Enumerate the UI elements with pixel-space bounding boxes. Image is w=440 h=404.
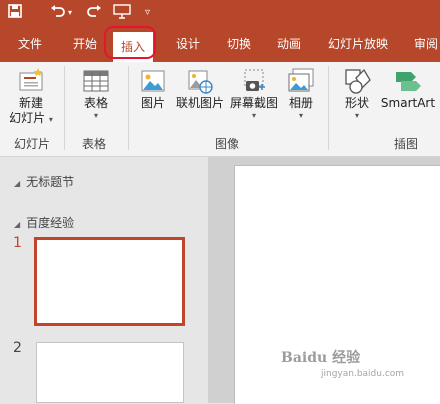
new-slide-label-1: 新建 bbox=[18, 96, 43, 110]
chevron-down-icon: ▾ bbox=[298, 111, 303, 120]
table-button[interactable]: 表格 ▾ bbox=[74, 66, 118, 121]
slide-thumbnail-2[interactable] bbox=[36, 342, 184, 403]
save-icon[interactable] bbox=[8, 3, 22, 23]
undo-icon[interactable] bbox=[50, 3, 66, 23]
shapes-button[interactable]: 形状 ▾ bbox=[338, 66, 376, 121]
smartart-icon bbox=[396, 72, 421, 91]
tab-animations[interactable]: 动画 bbox=[277, 35, 301, 53]
new-slide-label-2: 幻灯片 ▾ bbox=[9, 111, 53, 125]
group-label-slides: 幻灯片 bbox=[14, 137, 51, 151]
tab-review[interactable]: 审阅 bbox=[414, 35, 438, 53]
watermark-text: Baidu 经验 bbox=[281, 350, 361, 366]
table-label: 表格 bbox=[83, 96, 108, 110]
picture-button[interactable]: 图片 bbox=[136, 66, 170, 111]
present-from-start-icon[interactable] bbox=[113, 3, 131, 23]
watermark-subtext: jingyan.baidu.com bbox=[321, 369, 405, 379]
screenshot-button[interactable]: 屏幕截图 ▾ bbox=[228, 66, 280, 121]
section-header-untitled[interactable]: ◢ 无标题节 bbox=[14, 173, 74, 190]
shapes-label: 形状 bbox=[344, 96, 369, 110]
redo-icon[interactable] bbox=[86, 3, 102, 23]
tab-slideshow[interactable]: 幻灯片放映 bbox=[328, 35, 388, 53]
group-label-tables: 表格 bbox=[82, 137, 107, 151]
chevron-down-icon: ▾ bbox=[93, 111, 98, 120]
screenshot-icon bbox=[244, 69, 265, 91]
group-label-images: 图像 bbox=[215, 137, 240, 151]
section-title: 无标题节 bbox=[26, 175, 75, 189]
slide-editing-area: Baidu 经验 jingyan.baidu.com bbox=[209, 157, 440, 404]
ribbon-tabs: 文件 开始 插入 设计 切换 动画 幻灯片放映 审阅 bbox=[0, 26, 440, 62]
quick-access-toolbar: ▾ ▿ bbox=[0, 0, 440, 26]
picture-label: 图片 bbox=[140, 96, 165, 110]
undo-dropdown-icon[interactable]: ▾ bbox=[68, 3, 72, 23]
table-icon bbox=[83, 70, 109, 92]
chevron-down-icon: ▾ bbox=[48, 115, 53, 124]
online-picture-label: 联机图片 bbox=[175, 96, 224, 110]
chevron-down-icon: ▾ bbox=[251, 111, 256, 120]
photo-album-icon bbox=[288, 68, 314, 92]
group-separator bbox=[328, 66, 329, 150]
customize-qat-icon[interactable]: ▿ bbox=[145, 3, 150, 23]
photo-album-button[interactable]: 相册 ▾ bbox=[284, 66, 318, 121]
collapse-icon: ◢ bbox=[14, 220, 21, 229]
photo-album-label: 相册 bbox=[288, 96, 313, 110]
group-separator bbox=[128, 66, 129, 150]
smartart-button[interactable]: SmartArt bbox=[380, 66, 436, 111]
smartart-label: SmartArt bbox=[380, 96, 436, 110]
section-title: 百度经验 bbox=[26, 216, 75, 230]
new-slide-icon bbox=[19, 68, 43, 91]
collapse-icon: ◢ bbox=[14, 179, 21, 188]
screenshot-label: 屏幕截图 bbox=[229, 96, 278, 110]
tab-home[interactable]: 开始 bbox=[73, 35, 97, 53]
chevron-down-icon: ▾ bbox=[354, 111, 359, 120]
slides-panel: ◢ 无标题节 ◢ 百度经验 1 2 bbox=[0, 157, 208, 403]
tab-transitions[interactable]: 切换 bbox=[227, 35, 251, 53]
group-separator bbox=[64, 66, 65, 150]
slide-number: 2 bbox=[13, 340, 22, 356]
section-header-baidu[interactable]: ◢ 百度经验 bbox=[14, 214, 74, 231]
online-picture-button[interactable]: 联机图片 bbox=[174, 66, 226, 111]
ribbon: 新建 幻灯片 ▾ 幻灯片 表格 ▾ 表格 图片 联机图片 屏幕截图 ▾ 相册 ▾… bbox=[0, 62, 440, 157]
group-label-illustrations: 插图 bbox=[394, 137, 419, 151]
online-picture-icon bbox=[188, 70, 213, 94]
slide-number: 1 bbox=[13, 235, 22, 251]
tab-design[interactable]: 设计 bbox=[176, 35, 200, 53]
shapes-icon bbox=[345, 68, 371, 94]
picture-icon bbox=[141, 70, 165, 92]
slide-thumbnail-1[interactable] bbox=[34, 237, 185, 326]
insert-tab-highlight bbox=[104, 26, 156, 59]
new-slide-button[interactable]: 新建 幻灯片 ▾ bbox=[6, 66, 56, 127]
tab-file[interactable]: 文件 bbox=[18, 35, 42, 53]
